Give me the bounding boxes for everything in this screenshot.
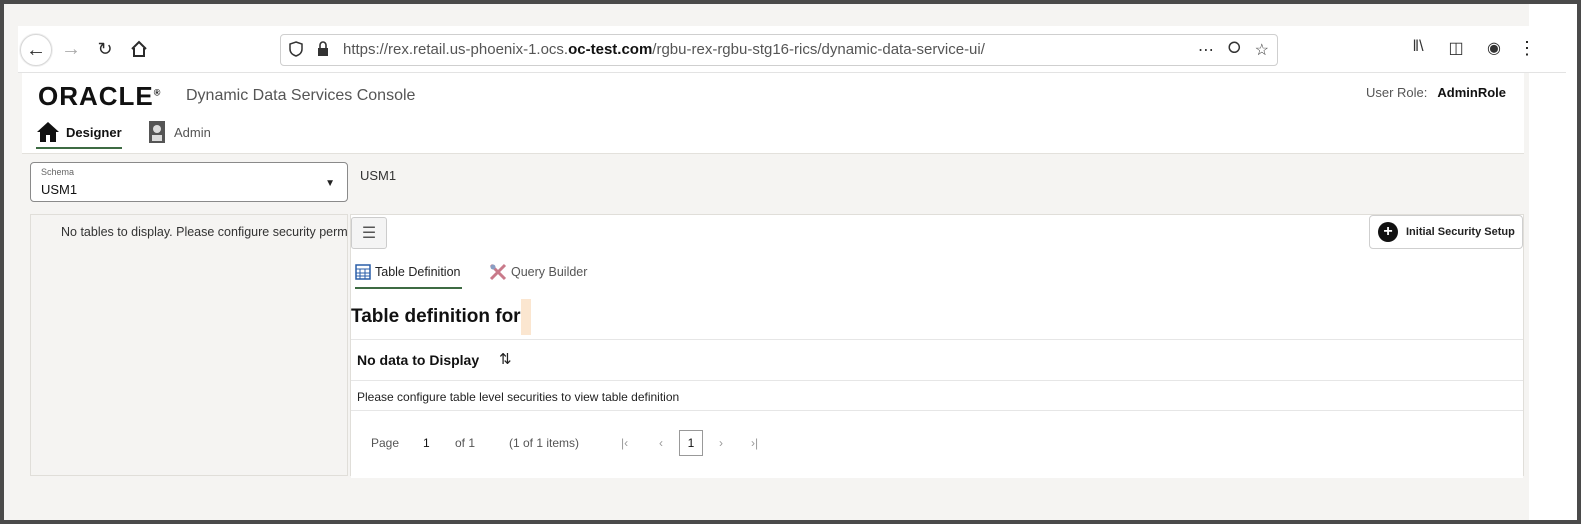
browser-edge (1529, 4, 1577, 520)
home-icon (37, 122, 59, 142)
url-text[interactable]: https://rex.retail.us-phoenix-1.ocs.oc-t… (343, 41, 985, 58)
user-role: User Role: AdminRole (1366, 85, 1506, 100)
library-icon[interactable]: ‖\ (1406, 38, 1430, 58)
arrow-left-icon: ← (26, 38, 46, 61)
url-domain: oc-test.com (568, 41, 653, 58)
tab-table-definition-label: Table Definition (375, 265, 461, 279)
tab-designer[interactable]: Designer (36, 117, 122, 149)
first-page-icon[interactable]: |‹ (621, 436, 628, 450)
initial-security-setup-button[interactable]: + Initial Security Setup (1369, 215, 1523, 249)
definition-panel: ☰ + Initial Security Setup Table Definit… (350, 214, 1524, 478)
panel-toggle-button[interactable]: ☰ (351, 217, 387, 249)
app-title: Dynamic Data Services Console (186, 87, 416, 104)
schema-label: Schema (41, 167, 75, 177)
setup-button-label: Initial Security Setup (1406, 226, 1515, 238)
column-header: No data to Display (357, 352, 480, 368)
screenshot-frame: ← → ↻ https://rex.retail.us-phoenix-1.oc… (0, 0, 1581, 524)
schema-select[interactable]: Schema USM1 ▼ (30, 162, 348, 202)
arrow-right-icon: → (61, 37, 81, 60)
address-bar[interactable]: https://rex.retail.us-phoenix-1.ocs.oc-t… (280, 34, 1278, 66)
sidebar-icon[interactable]: ◫ (1444, 38, 1468, 58)
last-page-icon[interactable]: ›| (751, 436, 758, 450)
url-path: /rgbu-rex-rgbu-stg16-rics/dynamic-data-s… (652, 41, 985, 58)
browser-right-icons: ‖\ ◫ ◉ (1406, 38, 1506, 58)
definition-table: No data to Display ⇅ Please configure ta… (351, 339, 1523, 478)
table-icon (355, 264, 371, 280)
tables-panel: No tables to display. Please configure s… (30, 214, 348, 476)
tools-icon (489, 263, 507, 281)
definition-title: Table definition for (351, 299, 531, 335)
reload-button[interactable]: ↻ (90, 34, 120, 64)
row-divider (351, 410, 1523, 411)
schema-value: USM1 (41, 182, 78, 197)
app-header: ORACLE® Dynamic Data Services Console Us… (22, 73, 1524, 154)
caret-down-icon: ▼ (325, 178, 335, 189)
hamburger-icon: ☰ (361, 225, 377, 242)
user-role-value: AdminRole (1437, 85, 1506, 100)
definition-title-text: Table definition for (351, 306, 521, 327)
selected-schema-name: USM1 (360, 168, 397, 183)
page-label: Page (371, 436, 400, 450)
no-data-message: Please configure table level securities … (357, 390, 680, 404)
oracle-logo: ORACLE® (38, 81, 162, 111)
url-actions: ⋯ ⭘ ☆ (1198, 40, 1269, 60)
page-of-label: of 1 (455, 436, 476, 450)
tab-admin[interactable]: Admin (148, 117, 211, 147)
more-actions-icon[interactable]: ⋯ (1198, 40, 1214, 60)
page-input[interactable]: 1 (423, 436, 430, 450)
admin-icon (149, 121, 165, 143)
header-divider (351, 380, 1523, 381)
next-page-icon[interactable]: › (719, 436, 723, 450)
browser-toolbar: ← → ↻ https://rex.retail.us-phoenix-1.oc… (18, 26, 1566, 73)
current-page-button[interactable]: 1 (679, 430, 703, 456)
reload-icon: ↻ (97, 38, 113, 59)
sort-icon[interactable]: ⇅ (499, 350, 512, 368)
tab-query-builder-label: Query Builder (511, 265, 588, 279)
tab-query-builder[interactable]: Query Builder (489, 257, 587, 287)
tab-designer-label: Designer (66, 124, 122, 140)
main-content: Schema USM1 ▼ USM1 No tables to display.… (22, 154, 1524, 520)
menu-kebab-icon[interactable]: ⋮ (1518, 38, 1536, 59)
user-role-label: User Role: (1365, 85, 1428, 100)
home-icon (131, 40, 147, 57)
lock-icon[interactable] (317, 41, 329, 57)
brand-text: ORACLE (38, 81, 154, 111)
forward-button[interactable]: → (56, 34, 86, 64)
items-count: (1 of 1 items) (509, 436, 580, 450)
home-button[interactable] (124, 34, 154, 64)
url-prefix: https://rex.retail.us-phoenix-1.ocs. (343, 41, 569, 58)
shield-icon[interactable] (289, 41, 303, 57)
plus-circle-icon: + (1378, 222, 1398, 242)
tab-table-definition[interactable]: Table Definition (355, 257, 463, 289)
back-button[interactable]: ← (20, 34, 52, 66)
pocket-icon[interactable]: ⭘ (1228, 40, 1241, 60)
table-name-placeholder (520, 299, 531, 335)
no-tables-message: No tables to display. Please configure s… (61, 225, 348, 239)
account-icon[interactable]: ◉ (1482, 38, 1506, 58)
tab-admin-label: Admin (174, 124, 211, 140)
bookmark-star-icon[interactable]: ☆ (1255, 40, 1269, 60)
prev-page-icon[interactable]: ‹ (659, 436, 663, 450)
